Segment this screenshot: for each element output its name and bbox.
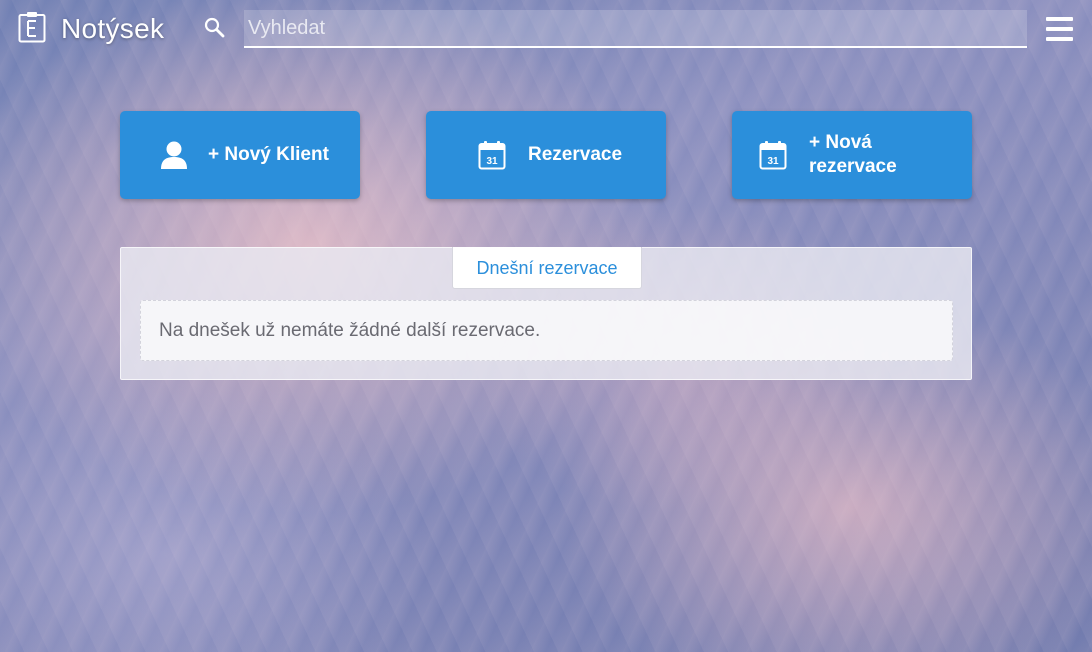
new-client-button[interactable]: + Nový Klient	[120, 111, 360, 199]
hamburger-menu-icon	[1046, 37, 1073, 41]
notepad-logo-icon[interactable]	[18, 11, 46, 43]
search-input[interactable]	[244, 10, 1027, 48]
hamburger-menu-icon	[1046, 27, 1073, 31]
top-bar: Notýsek	[0, 0, 1092, 60]
calendar-icon: 31	[478, 141, 506, 170]
new-reservation-button[interactable]: 31 + Nová rezervace	[732, 111, 972, 199]
reservations-label: Rezervace	[528, 144, 623, 165]
calendar-day-number: 31	[767, 156, 779, 167]
new-client-label: + Nový Klient	[208, 144, 329, 165]
hamburger-menu-button[interactable]	[1044, 14, 1074, 44]
calendar-day-number: 31	[486, 156, 498, 167]
app-title[interactable]: Notýsek	[61, 13, 164, 45]
today-reservations-panel: Dnešní rezervace Na dnešek už nemáte žád…	[120, 247, 972, 380]
tab-today-reservations[interactable]: Dnešní rezervace	[452, 247, 642, 289]
new-reservation-label: + Nová rezervace	[809, 132, 897, 177]
empty-reservations-message: Na dnešek už nemáte žádné další rezervac…	[140, 300, 953, 361]
reservations-button[interactable]: 31 Rezervace	[426, 111, 666, 199]
search-icon[interactable]	[203, 16, 227, 40]
calendar-icon: 31	[759, 141, 787, 170]
user-icon	[161, 141, 187, 169]
hamburger-menu-icon	[1046, 17, 1073, 21]
